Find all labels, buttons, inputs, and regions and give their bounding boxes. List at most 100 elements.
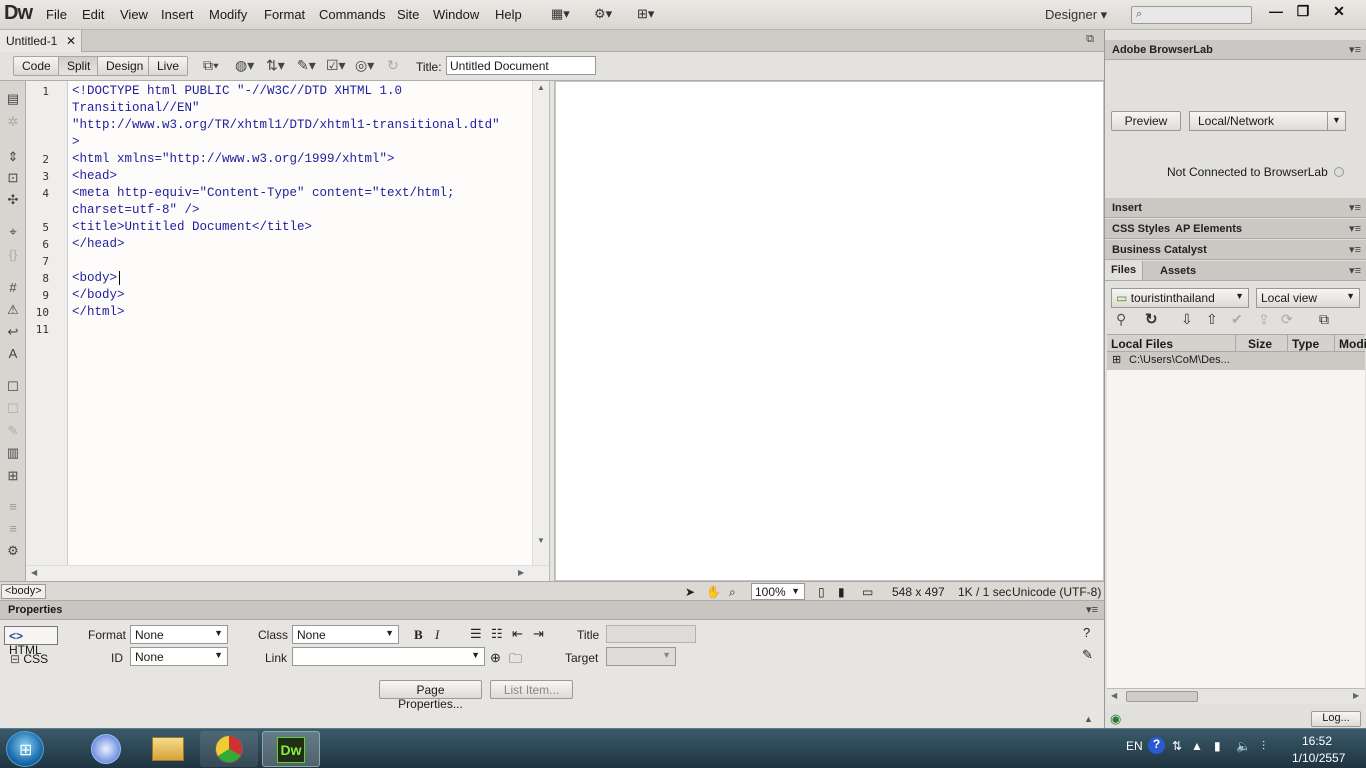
css-panel-header[interactable]: CSS Styles AP Elements ▾≡ (1105, 219, 1366, 239)
open-documents-icon[interactable]: ▤ (5, 91, 21, 107)
zoom-tool-icon[interactable]: ⌕ (729, 585, 736, 600)
scroll-thumb[interactable] (1126, 691, 1198, 702)
hand-tool-icon[interactable]: ✋ (706, 585, 721, 599)
taskbar-app-chrome[interactable] (200, 731, 258, 767)
expand-panel-icon[interactable]: ⧉ (1319, 311, 1329, 328)
browserlab-panel-header[interactable]: Adobe BrowserLab ▾≡ (1105, 40, 1366, 60)
move-css-icon[interactable]: ⊞ (5, 468, 21, 484)
class-select[interactable]: None ▼ (292, 625, 399, 644)
synchronize-icon[interactable]: ⟳ (1281, 311, 1293, 328)
business-catalyst-panel-header[interactable]: Business Catalyst ▾≡ (1105, 240, 1366, 260)
menu-insert[interactable]: Insert (161, 7, 194, 22)
zoom-select[interactable]: 100% ▼ (751, 583, 805, 600)
col-local-files[interactable]: Local Files (1111, 337, 1173, 351)
search-input[interactable]: ⌕ (1131, 6, 1252, 24)
volume-icon[interactable]: 🔈 (1236, 739, 1251, 753)
files-horizontal-scrollbar[interactable]: ◀ ▶ (1107, 688, 1365, 704)
help-icon[interactable]: ? (1083, 625, 1090, 640)
preview-button[interactable]: Preview (1111, 111, 1181, 131)
outdent-icon[interactable]: ⇤ (512, 626, 523, 642)
panel-menu-icon[interactable]: ▾≡ (1349, 43, 1361, 56)
menu-modify[interactable]: Modify (209, 7, 247, 22)
list-item-button[interactable]: List Item... (490, 680, 573, 699)
wrap-tag-icon[interactable]: ✎ (5, 423, 21, 439)
unordered-list-icon[interactable]: ☰ (470, 626, 482, 642)
visual-aids-icon[interactable]: ✎▾ (297, 57, 316, 74)
browser-compat-icon[interactable]: ◎▾ (355, 57, 374, 74)
id-select[interactable]: None ▼ (130, 647, 228, 666)
panel-menu-icon[interactable]: ▾≡ (1349, 201, 1361, 214)
collapse-selection-icon[interactable]: ⊡ (5, 170, 21, 186)
tab-untitled-1[interactable]: Untitled-1 ✕ (0, 30, 82, 52)
css-styles-tab[interactable]: CSS Styles (1112, 223, 1170, 235)
tray-arrows-icon[interactable]: ⇅ (1172, 739, 1182, 753)
files-list[interactable] (1107, 370, 1365, 688)
check-in-icon[interactable]: ⇪ (1258, 311, 1270, 328)
preview-browser-icon[interactable]: ◍▾ (235, 57, 254, 74)
title-input[interactable]: Untitled Document (446, 56, 596, 75)
menu-view[interactable]: View (120, 7, 148, 22)
col-size[interactable]: Size (1235, 335, 1272, 351)
gear-icon[interactable]: ⚙▾ (594, 6, 612, 22)
highlight-invalid-icon[interactable]: ⚠ (5, 302, 21, 318)
menu-window[interactable]: Window (433, 7, 479, 22)
scroll-down-icon[interactable]: ▼ (537, 536, 545, 545)
close-icon[interactable]: ✕ (66, 34, 76, 48)
col-type[interactable]: Type (1287, 335, 1319, 351)
select-tool-icon[interactable]: ➤ (685, 585, 695, 599)
clock-date[interactable]: 1/10/2557 (1292, 751, 1345, 765)
menu-help[interactable]: Help (495, 7, 522, 22)
window-size-readout[interactable]: 548 x 497 (892, 585, 945, 599)
remove-comment-icon[interactable]: ☐ (5, 401, 21, 417)
outdent-icon[interactable]: ≡ (5, 521, 21, 536)
validate-icon[interactable]: ☑▾ (326, 57, 346, 74)
ordered-list-icon[interactable]: ☷ (491, 626, 503, 642)
taskbar-app-safari[interactable] (76, 731, 134, 767)
word-wrap-icon[interactable]: ↩ (5, 324, 21, 340)
clock-time[interactable]: 16:52 (1302, 734, 1332, 748)
window-size-icon-1[interactable]: ▯ (818, 585, 825, 599)
scroll-up-icon[interactable]: ▲ (537, 83, 545, 92)
refresh-icon[interactable]: ↻ (1145, 310, 1158, 328)
quick-tag-editor-icon[interactable]: ✎ (1082, 647, 1093, 663)
start-button[interactable]: ⊞ (6, 731, 44, 767)
line-numbers-icon[interactable]: # (5, 280, 21, 295)
menu-site[interactable]: Site (397, 7, 419, 22)
maximize-button[interactable]: ❐ (1289, 2, 1317, 22)
ap-elements-tab[interactable]: AP Elements (1175, 223, 1242, 235)
language-indicator[interactable]: EN (1126, 739, 1143, 753)
split-view-button[interactable]: Split (58, 56, 100, 76)
insert-panel-header[interactable]: Insert ▾≡ (1105, 198, 1366, 218)
point-to-file-icon[interactable]: ⊕ (490, 650, 501, 666)
show-hidden-icons[interactable]: ▲ (1191, 739, 1203, 753)
properties-header[interactable]: Properties ▾≡ (0, 601, 1104, 620)
indent-icon[interactable]: ≡ (5, 499, 21, 514)
select-parent-tag-icon[interactable]: ⌖ (5, 224, 21, 240)
panel-menu-icon[interactable]: ▾≡ (1349, 222, 1361, 235)
local-network-select[interactable]: Local/Network ▼ (1189, 111, 1346, 131)
code-horizontal-scrollbar[interactable]: ◀ ▶ (26, 565, 549, 581)
code-view[interactable]: 1 2 3 4 5 6 7 8 9 10 11 <!DOCTYPE html P… (26, 81, 549, 581)
menu-format[interactable]: Format (264, 7, 305, 22)
site-select[interactable]: ▭ touristinthailand ▼ (1111, 288, 1249, 308)
get-files-icon[interactable]: ⇩ (1181, 311, 1193, 328)
recent-snippets-icon[interactable]: ▥ (5, 445, 21, 461)
page-properties-button[interactable]: Page Properties... (379, 680, 482, 711)
scroll-left-icon[interactable]: ◀ (31, 568, 37, 577)
tree-row[interactable]: ⊞ C:\Users\CoM\Des... (1107, 352, 1365, 370)
multiscreen-icon[interactable]: ⧉▾ (203, 57, 219, 74)
layout-icon[interactable]: ▦▾ (551, 6, 570, 22)
css-mode-button[interactable]: ⊟ CSS (8, 650, 50, 669)
file-management-icon[interactable]: ⇅▾ (266, 57, 285, 74)
assets-tab[interactable]: Assets (1160, 265, 1196, 277)
taskbar-app-dreamweaver[interactable]: Dw (262, 731, 320, 767)
scroll-right-icon[interactable]: ▶ (518, 568, 524, 577)
window-size-icon-2[interactable]: ▮ (838, 585, 845, 599)
code-vertical-scrollbar[interactable]: ▲ ▼ (532, 81, 549, 565)
menu-edit[interactable]: Edit (82, 7, 104, 22)
scroll-left-icon[interactable]: ◀ (1111, 691, 1117, 700)
design-view[interactable] (555, 81, 1104, 581)
col-modified[interactable]: Modi (1334, 335, 1366, 351)
site-map-icon[interactable]: ⊞▾ (637, 6, 654, 22)
indent-icon[interactable]: ⇥ (533, 626, 544, 642)
